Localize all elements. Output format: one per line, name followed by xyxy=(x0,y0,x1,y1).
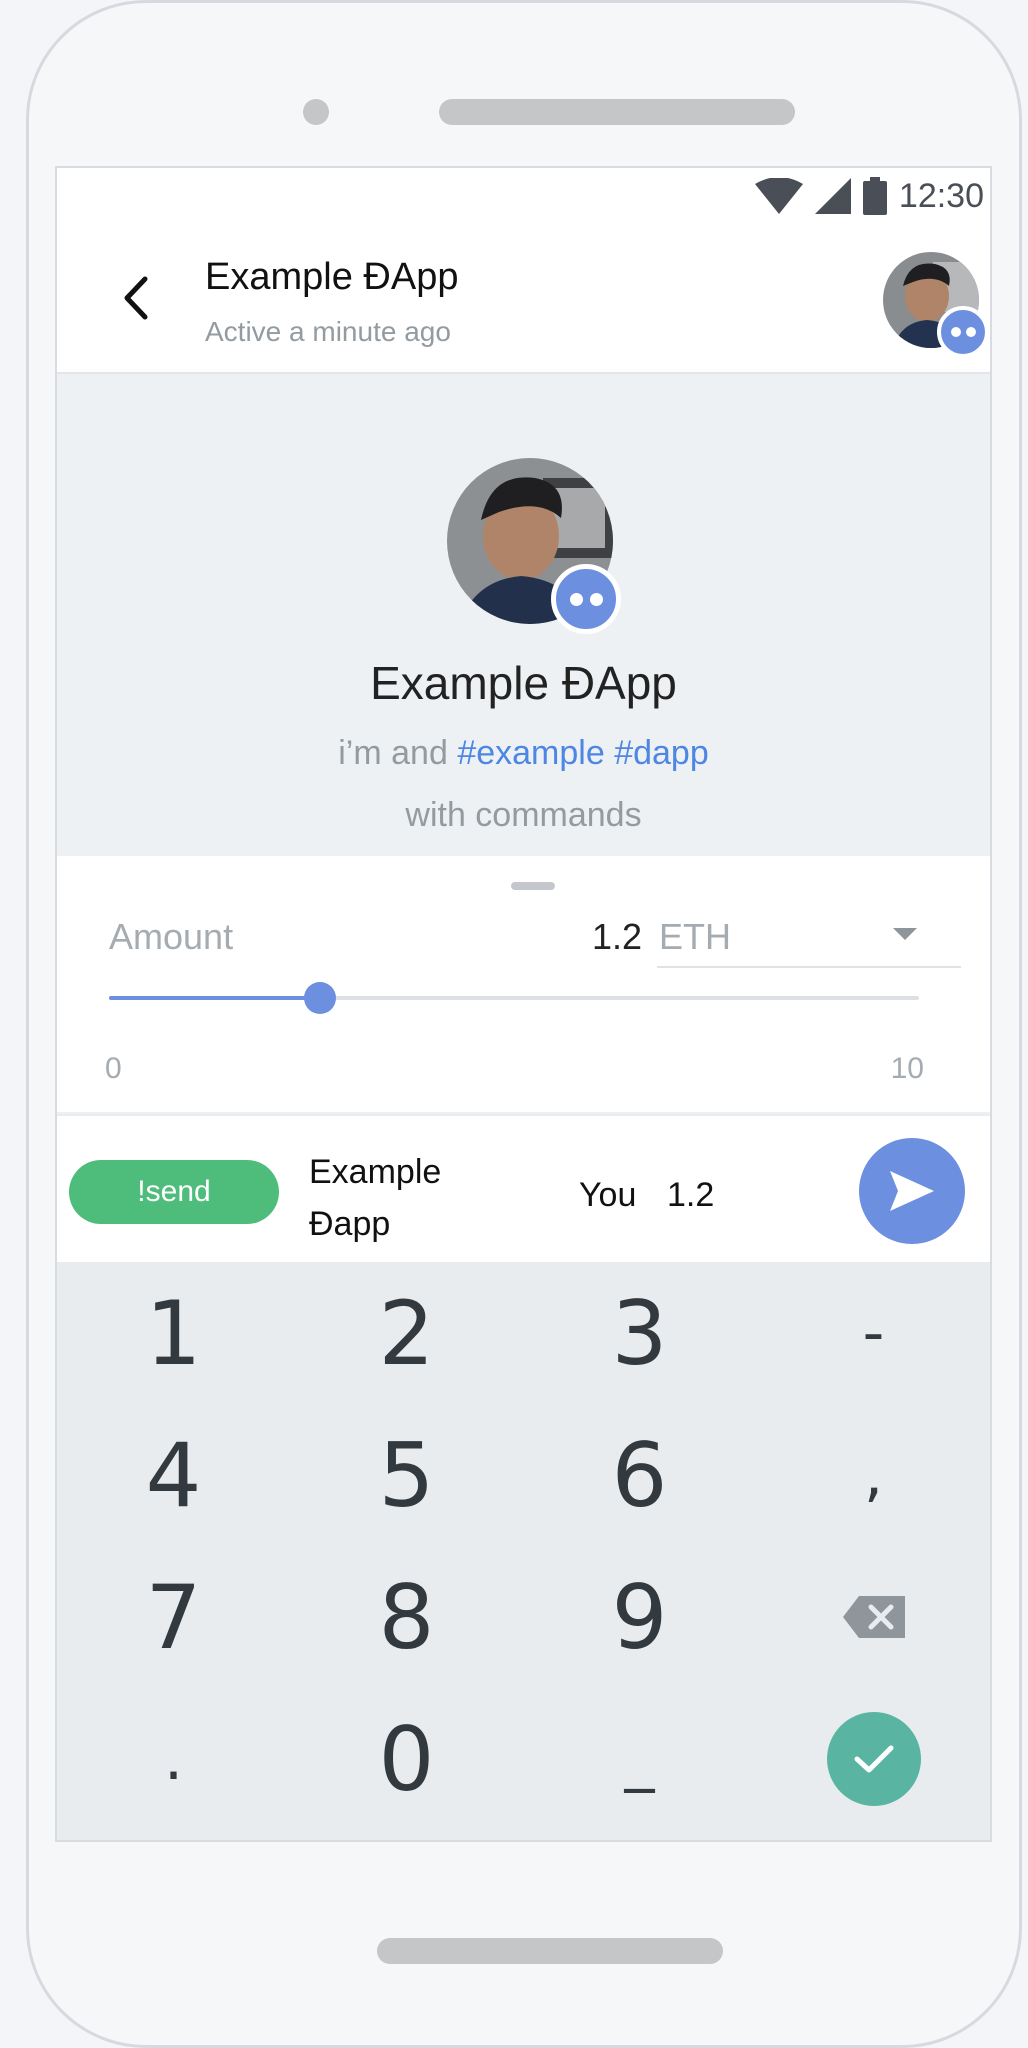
battery-icon xyxy=(862,177,887,215)
hashtag-dapp[interactable]: #dapp xyxy=(614,734,709,772)
send-button[interactable] xyxy=(859,1138,965,1244)
wifi-icon xyxy=(754,178,803,214)
description-text: i’m and xyxy=(338,734,448,772)
command-amount: 1.2 xyxy=(667,1176,715,1214)
key-6[interactable]: 6 xyxy=(523,1404,756,1546)
key-3[interactable]: 3 xyxy=(523,1262,756,1404)
key-7[interactable]: 7 xyxy=(57,1546,290,1688)
done-button[interactable] xyxy=(826,1712,921,1806)
key-5[interactable]: 5 xyxy=(290,1404,523,1546)
chevron-left-icon xyxy=(124,276,148,320)
status-time: 12:30 xyxy=(898,176,984,215)
key-1[interactable]: 1 xyxy=(57,1262,290,1404)
chat-subtitle: Active a minute ago xyxy=(205,316,451,347)
slider-max-label: 10 xyxy=(890,1052,924,1085)
check-icon xyxy=(854,1745,893,1773)
amount-label: Amount xyxy=(109,916,234,957)
status-bar: 12:30 xyxy=(754,174,984,218)
numeric-keypad: 1 2 3 - 4 5 6 , 7 8 9 . 0 _ xyxy=(57,1262,990,1840)
key-8[interactable]: 8 xyxy=(290,1546,523,1688)
back-button[interactable] xyxy=(111,268,161,328)
chat-header: 12:30 Example ĐApp Active a minute ago xyxy=(57,168,990,374)
key-0[interactable]: 0 xyxy=(290,1688,523,1830)
earpiece-speaker xyxy=(439,99,795,125)
command-bar: !send Example Đapp You 1.2 xyxy=(57,1114,990,1262)
key-minus[interactable]: - xyxy=(757,1262,990,1404)
command-target: Example Đapp xyxy=(309,1153,442,1243)
chat-title: Example ĐApp xyxy=(205,256,459,298)
command-sender: You xyxy=(579,1176,637,1214)
signal-icon xyxy=(814,178,851,214)
key-9[interactable]: 9 xyxy=(523,1546,756,1688)
key-2[interactable]: 2 xyxy=(290,1262,523,1404)
key-space[interactable]: _ xyxy=(523,1688,756,1830)
screen: 12:30 Example ĐApp Active a minute ago E… xyxy=(55,166,992,1842)
amount-input[interactable]: 1.2 xyxy=(592,916,642,958)
slider-thumb[interactable] xyxy=(303,982,336,1014)
amount-slider[interactable] xyxy=(109,982,919,1014)
slider-fill xyxy=(109,996,320,1000)
key-backspace[interactable] xyxy=(757,1546,990,1688)
currency-select[interactable]: ETH xyxy=(657,900,961,968)
caret-down-icon xyxy=(893,928,917,940)
profile-name: Example ĐApp xyxy=(370,657,677,709)
drag-handle[interactable] xyxy=(511,882,555,890)
profile-description-line2: with commands xyxy=(405,796,642,834)
amount-panel: Amount 1.2 ETH 0 10 xyxy=(57,856,990,1112)
profile-description: i’m and #example #dapp xyxy=(57,734,990,773)
front-camera xyxy=(303,99,329,125)
key-comma[interactable]: , xyxy=(757,1404,990,1546)
currency-value: ETH xyxy=(659,916,731,957)
slider-min-label: 0 xyxy=(105,1052,122,1085)
dapp-badge-icon xyxy=(937,306,989,358)
dapp-badge-icon xyxy=(551,564,621,634)
key-4[interactable]: 4 xyxy=(57,1404,290,1546)
send-icon xyxy=(890,1171,934,1211)
backspace-icon xyxy=(842,1596,905,1638)
hashtag-example[interactable]: #example xyxy=(457,734,604,772)
command-pill[interactable]: !send xyxy=(69,1160,279,1224)
key-period[interactable]: . xyxy=(57,1688,290,1830)
home-bar xyxy=(377,1938,723,1964)
done-key[interactable] xyxy=(757,1688,990,1830)
